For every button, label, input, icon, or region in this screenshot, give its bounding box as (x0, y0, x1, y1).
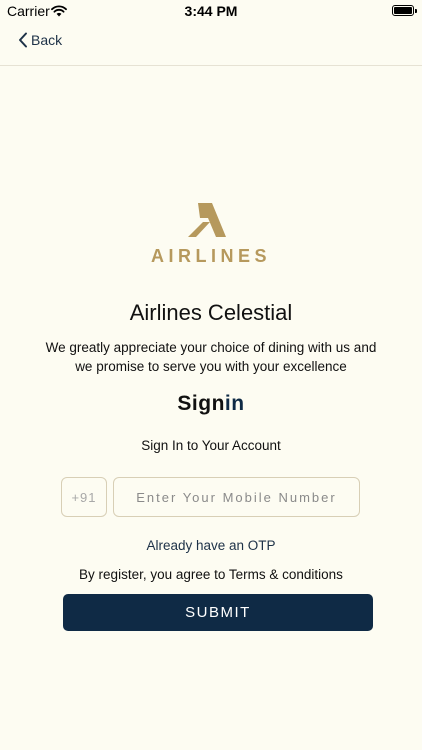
tagline: We greatly appreciate your choice of din… (45, 340, 377, 374)
signin-heading-part1: Sign (177, 392, 225, 415)
already-have-otp-link[interactable]: Already have an OTP (0, 538, 422, 553)
logo-a-mark-icon (188, 203, 226, 237)
submit-button[interactable]: SUBMIT (63, 594, 373, 631)
mobile-number-input[interactable] (113, 477, 360, 517)
chevron-left-icon (19, 32, 27, 48)
signin-heading: Signin (0, 392, 422, 416)
signin-heading-part2: in (224, 392, 245, 415)
airlines-logo: AIRLINES (146, 202, 276, 266)
status-bar: Carrier 3:44 PM (0, 0, 422, 22)
status-time: 3:44 PM (184, 3, 238, 19)
logo-wordmark: AIRLINES (150, 246, 271, 266)
back-label: Back (31, 32, 63, 48)
battery-icon (392, 5, 414, 16)
signin-subheading: Sign In to Your Account (141, 438, 281, 453)
country-code-field[interactable]: +91 (61, 477, 107, 517)
back-button[interactable]: Back (18, 32, 62, 48)
navigation-bar: Back (0, 22, 422, 66)
battery-tip (415, 9, 417, 13)
app-title: Airlines Celestial (129, 300, 293, 325)
terms-text: By register, you agree to Terms & condit… (79, 567, 343, 582)
